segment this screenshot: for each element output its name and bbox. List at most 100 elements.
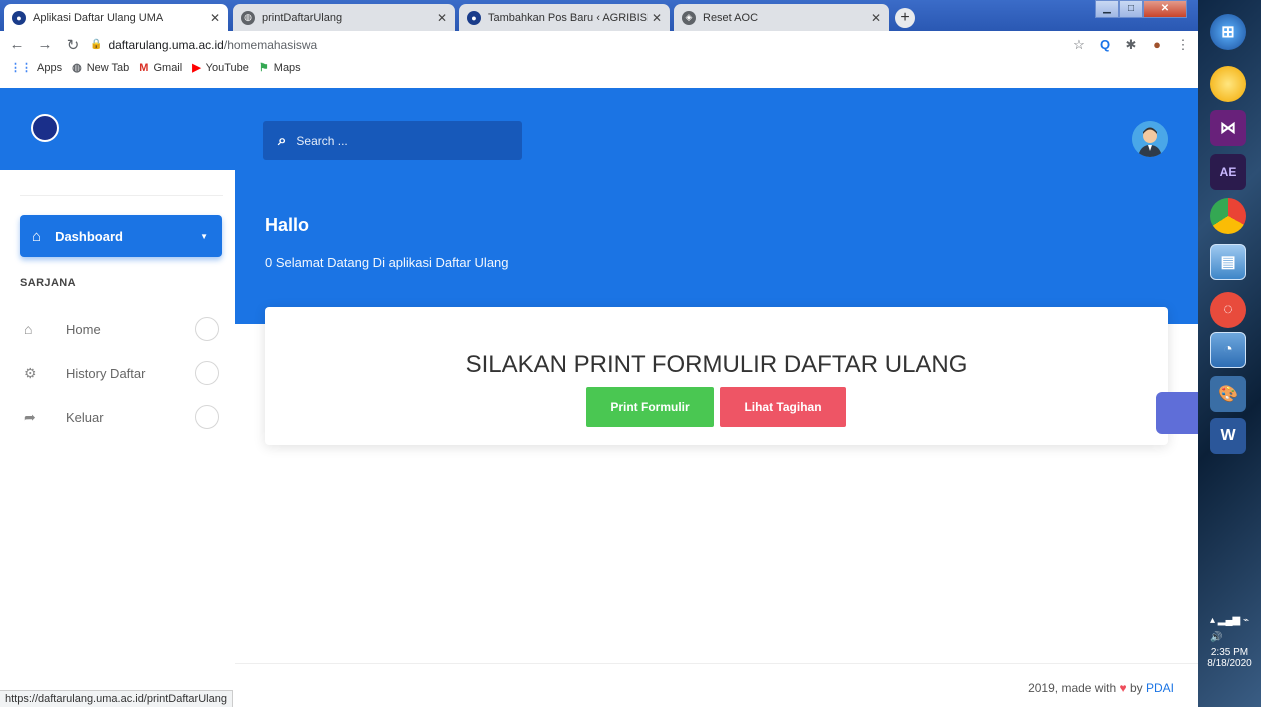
minimize-button[interactable]: ▁ [1095,0,1119,18]
tab-aplikasi[interactable]: ● Aplikasi Daftar Ulang UMA ✕ [4,4,228,31]
print-formulir-button[interactable]: Print Formulir [586,387,714,427]
tab-title: Reset AOC [703,11,759,24]
bookmarks-bar: ⋮⋮ Apps ◍ New Tab M Gmail ▶ YouTube ⚑ Maps [0,58,301,77]
address-path: /homemahasiswa [223,37,318,52]
tab-print[interactable]: ◍ printDaftarUlang ✕ [233,4,455,31]
close-icon[interactable]: ✕ [871,11,881,25]
uma-favicon-icon: ● [467,10,481,25]
search-icon: ⌕ [278,132,287,149]
window-controls: ▁ □ ✕ [1095,0,1187,20]
browser-toolbar: ← → ↻ 🔒 daftarulang.uma.ac.id/homemahasi… [0,31,1198,77]
forward-arrow-icon[interactable]: → [34,36,56,53]
sidebar-item-label: History Daftar [66,365,146,381]
bookmark-gmail[interactable]: M Gmail [139,62,182,74]
hero-title: Hallo [265,215,310,235]
heart-icon: ♥ [1119,681,1127,695]
lock-icon: 🔒 [90,39,103,50]
close-icon[interactable]: ✕ [652,11,662,25]
system-tray: ▴ ▂▄▆ ⌁ 🔊 2:35 PM 8/18/2020 [1198,615,1261,669]
user-avatar-icon [1132,121,1168,157]
bookmark-label: Gmail [153,61,183,74]
clock-date[interactable]: 8/18/2020 [1198,658,1261,669]
close-icon[interactable]: ✕ [437,11,447,25]
sidebar-brand [0,88,235,170]
address-bar[interactable]: 🔒 daftarulang.uma.ac.id/homemahasiswa [90,33,1068,57]
footer-by: by [1129,681,1143,695]
sign-out-icon: ➦ [24,408,36,425]
bookmark-youtube[interactable]: ▶ YouTube [192,61,249,75]
print-card: SILAKAN PRINT FORMULIR DAFTAR ULANG Prin… [265,307,1168,445]
q-extension-icon[interactable]: Q [1094,37,1116,52]
globe-icon: ◍ [72,62,82,74]
browser-window: ● Aplikasi Daftar Ulang UMA ✕ ◍ printDaf… [0,0,1198,707]
reload-icon[interactable]: ↻ [62,36,84,54]
apps-grid-icon: ⋮⋮ [10,62,32,74]
search-placeholder: Search ... [296,133,348,148]
profile-icon[interactable]: ● [1146,37,1168,52]
tab-strip: ● Aplikasi Daftar Ulang UMA ✕ ◍ printDaf… [0,0,1198,31]
bookmark-label: Maps [273,61,301,74]
nav-indicator [195,361,219,385]
window-close-button[interactable]: ✕ [1143,0,1187,18]
footer-prefix: 2019, made with [1028,681,1117,695]
bookmark-new-tab[interactable]: ◍ New Tab [72,61,130,75]
sidebar-item-label: Dashboard [55,228,123,244]
puzzle-icon[interactable]: ✱ [1120,37,1142,53]
main-content: ⌕ Search ... Hallo 0 Selamat Datang Di a… [235,88,1198,707]
app-red-circle-icon[interactable]: ◌ [1210,292,1246,328]
footer-text: 2019, made with ♥ by PDAI [1028,681,1174,695]
uma-logo[interactable] [31,114,59,142]
home-icon: ⌂ [32,227,42,245]
windows-taskbar: ⊞ ⋈ AE ▤ ◌ ◔ 🎨 W ▴ ▂▄▆ ⌁ 🔊 2:35 PM 8/18/… [1198,0,1261,707]
search-input[interactable]: ⌕ Search ... [263,121,522,160]
hero-banner: Hallo 0 Selamat Datang Di aplikasi Dafta… [235,170,1198,324]
maps-icon: ⚑ [258,62,269,74]
tab-title: Tambahkan Pos Baru ‹ AGRIBISNIS [488,11,648,24]
sidebar-item-label: Home [66,321,101,337]
status-bar: https://daftarulang.uma.ac.id/printDafta… [0,690,233,707]
visual-studio-icon[interactable]: ⋈ [1210,110,1246,146]
chrome-icon[interactable] [1210,198,1246,234]
avatar[interactable] [1132,121,1168,157]
start-orb-icon[interactable]: ⊞ [1210,14,1246,50]
nav-indicator [195,317,219,341]
back-arrow-icon[interactable]: ← [6,36,28,53]
tray-icons[interactable]: ▴ ▂▄▆ ⌁ [1198,615,1261,626]
sidebar-item-history[interactable]: ⚙ History Daftar [24,361,219,385]
tab-agribisnis[interactable]: ● Tambahkan Pos Baru ‹ AGRIBISNIS ✕ [459,4,670,31]
bookmark-label: Apps [37,61,63,74]
address-host: daftarulang.uma.ac.id [108,37,224,52]
chrome-active-icon[interactable]: ◔ [1210,332,1246,368]
tab-title: Aplikasi Daftar Ulang UMA [33,11,164,24]
footer-author-link[interactable]: PDAI [1146,681,1174,695]
screen: ● Aplikasi Daftar Ulang UMA ✕ ◍ printDaf… [0,0,1261,707]
cogs-icon: ⚙ [24,364,37,381]
gmail-icon: M [139,61,149,74]
file-explorer-icon[interactable]: ▤ [1210,244,1246,280]
paint-icon[interactable]: 🎨 [1210,376,1246,412]
settings-side-tab[interactable] [1156,392,1198,434]
close-icon[interactable]: ✕ [210,11,220,25]
lihat-tagihan-button[interactable]: Lihat Tagihan [720,387,846,427]
star-icon[interactable]: ☆ [1068,37,1090,53]
home-icon: ⌂ [24,321,33,337]
volume-icon[interactable]: 🔊 [1198,632,1261,643]
sidebar-section-label: SARJANA [20,277,76,289]
sidebar-item-dashboard[interactable]: ⌂ Dashboard ▼ [20,215,222,257]
caret-down-icon: ▼ [200,231,208,241]
bookmark-label: New Tab [86,61,130,74]
maximize-button[interactable]: □ [1119,0,1143,18]
address-row: ← → ↻ 🔒 daftarulang.uma.ac.id/homemahasi… [0,31,1198,58]
clock-time[interactable]: 2:35 PM [1198,647,1261,658]
menu-dots-icon[interactable]: ⋮ [1172,37,1194,53]
codepen-icon: ◈ [682,10,696,25]
bookmark-maps[interactable]: ⚑ Maps [258,61,301,75]
sidebar-item-home[interactable]: ⌂ Home [24,317,219,341]
after-effects-icon[interactable]: AE [1210,154,1246,190]
app-sun-icon[interactable] [1210,66,1246,102]
sidebar-item-keluar[interactable]: ➦ Keluar [24,405,219,429]
tab-reset-aoc[interactable]: ◈ Reset AOC ✕ [674,4,889,31]
word-icon[interactable]: W [1210,418,1246,454]
new-tab-button[interactable]: + [895,8,915,28]
bookmark-apps[interactable]: ⋮⋮ Apps [10,61,63,75]
